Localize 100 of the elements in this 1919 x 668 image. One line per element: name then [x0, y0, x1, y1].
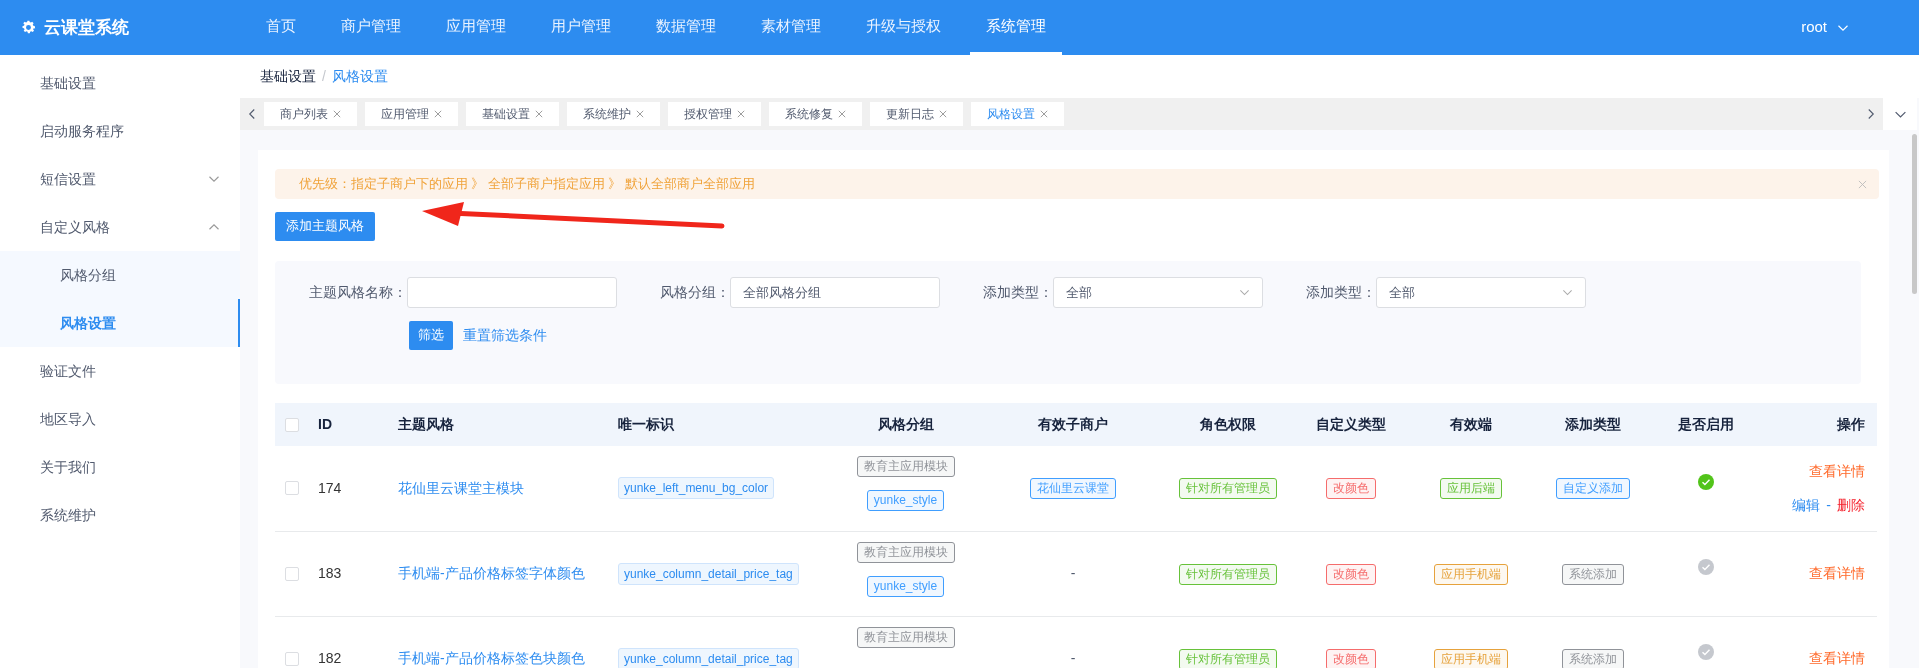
breadcrumb-item[interactable]: 基础设置 — [260, 66, 316, 87]
gear-icon — [20, 19, 37, 36]
view-details-link[interactable]: 查看详情 — [1809, 563, 1865, 584]
type-tag: 改颜色 — [1325, 648, 1376, 668]
role-tag: 针对所有管理员 — [1179, 648, 1277, 668]
add-theme-button[interactable]: 添加主题风格 — [275, 212, 375, 241]
nav-tab[interactable]: 应用管理 — [430, 0, 522, 55]
add-type-tag: 系统添加 — [1562, 648, 1624, 668]
separator-text: - — [1826, 495, 1831, 515]
theme-name-link[interactable]: 手机端-产品价格标签字体颜色 — [398, 565, 585, 581]
sidebar-item[interactable]: 系统维护 — [0, 491, 240, 539]
sidebar-item[interactable]: 启动服务程序 — [0, 107, 240, 155]
user-menu[interactable]: root — [1801, 16, 1849, 39]
filter-select[interactable]: 全部 — [1376, 277, 1586, 308]
sidebar-item[interactable]: 验证文件 — [0, 347, 240, 395]
platform-tag: 应用手机端 — [1433, 648, 1508, 668]
close-icon — [1040, 110, 1048, 118]
group-tag: 教育主应用模块 — [856, 541, 955, 563]
edit-link[interactable]: 编辑 — [1792, 494, 1821, 516]
nav-tab[interactable]: 商户管理 — [325, 0, 417, 55]
column-header: 风格分组 — [877, 416, 934, 432]
close-icon — [838, 110, 846, 118]
group-tag: yunke_style — [866, 490, 945, 511]
sidebar-item[interactable]: 自定义风格 — [0, 203, 240, 251]
column-header: 是否启用 — [1677, 416, 1734, 432]
close-icon — [636, 110, 644, 118]
group-tag: 教育主应用模块 — [856, 626, 955, 648]
filter-label: 添加类型： — [982, 283, 1053, 302]
close-icon — [434, 110, 442, 118]
filter-input[interactable] — [407, 277, 617, 308]
nav-tab[interactable]: 用户管理 — [535, 0, 627, 55]
view-details-link[interactable]: 查看详情 — [1809, 648, 1865, 668]
delete-link[interactable]: 删除 — [1837, 494, 1865, 516]
key-tag: yunke_column_detail_price_tag — [618, 647, 799, 668]
column-header: 角色权限 — [1200, 416, 1256, 432]
checkbox[interactable] — [285, 651, 299, 666]
group-tag: 教育主应用模块 — [856, 456, 955, 477]
nav-tab[interactable]: 升级与授权 — [850, 0, 957, 55]
theme-name-link[interactable]: 手机端-产品价格标签色块颜色 — [398, 650, 585, 666]
sidebar-item[interactable]: 关于我们 — [0, 443, 240, 491]
table-cell: - — [1070, 565, 1076, 581]
scrollbar[interactable] — [1912, 134, 1917, 294]
tab-menu-button[interactable] — [1883, 98, 1917, 130]
column-header: 有效子商户 — [1038, 416, 1108, 432]
close-icon — [737, 110, 745, 118]
filter-label: 主题风格名称： — [308, 283, 407, 302]
page-tab[interactable]: 系统修复 — [769, 102, 862, 126]
platform-tag: 应用手机端 — [1433, 563, 1508, 585]
page-tab[interactable]: 风格设置 — [971, 102, 1064, 126]
sidebar-item[interactable]: 短信设置 — [0, 155, 240, 203]
checkbox[interactable] — [285, 417, 299, 432]
table-cell: 174 — [318, 479, 342, 496]
page-tab[interactable]: 更新日志 — [870, 102, 963, 126]
add-type-tag: 自定义添加 — [1556, 478, 1630, 500]
column-header: ID — [318, 416, 332, 432]
page-tab[interactable]: 商户列表 — [264, 102, 357, 126]
filter-input[interactable]: 全部风格分组 — [730, 277, 940, 308]
page-tab[interactable]: 系统维护 — [567, 102, 660, 126]
filter-button[interactable]: 筛选 — [409, 321, 453, 350]
chevron-down-icon — [1239, 287, 1250, 298]
nav-tab[interactable]: 数据管理 — [640, 0, 732, 55]
reset-filters-link[interactable]: 重置筛选条件 — [463, 325, 547, 346]
sidebar-item[interactable]: 地区导入 — [0, 395, 240, 443]
table-cell: - — [1070, 650, 1076, 666]
column-header: 操作 — [1837, 416, 1865, 432]
breadcrumb-separator: / — [322, 67, 326, 86]
chevron-down-icon — [1562, 287, 1573, 298]
table-cell: 182 — [318, 650, 342, 666]
view-details-link[interactable]: 查看详情 — [1809, 460, 1865, 482]
nav-tab[interactable]: 素材管理 — [745, 0, 837, 55]
column-header: 自定义类型 — [1315, 416, 1386, 432]
role-tag: 针对所有管理员 — [1179, 478, 1277, 500]
breadcrumb-item: 风格设置 — [331, 67, 388, 86]
checkbox[interactable] — [285, 481, 299, 496]
filter-label: 风格分组： — [659, 283, 730, 302]
theme-name-link[interactable]: 花仙里云课堂主模块 — [398, 479, 524, 496]
key-tag: yunke_left_menu_bg_color — [618, 477, 775, 500]
page-tab[interactable]: 授权管理 — [668, 102, 761, 126]
sidebar-item[interactable]: 基础设置 — [0, 59, 240, 107]
filter-select[interactable]: 全部 — [1053, 277, 1263, 308]
group-tag: yunke_style — [866, 575, 945, 597]
role-tag: 针对所有管理员 — [1179, 563, 1277, 585]
table-cell: 183 — [318, 565, 342, 581]
key-tag: yunke_column_detail_price_tag — [618, 562, 799, 585]
page-tab[interactable]: 应用管理 — [365, 102, 458, 126]
filter-label: 添加类型： — [1305, 283, 1376, 302]
alert-text: 优先级：指定子商户下的应用 》 全部子商户指定应用 》 默认全部商户全部应用 — [299, 175, 755, 193]
app-title: 云课堂系统 — [44, 16, 129, 39]
close-icon — [939, 110, 947, 118]
sidebar-subitem[interactable]: 风格设置 — [0, 299, 240, 347]
sidebar-subitem[interactable]: 风格分组 — [0, 251, 240, 299]
page-tab[interactable]: 基础设置 — [466, 102, 559, 126]
close-icon — [333, 110, 341, 118]
column-header: 唯一标识 — [618, 416, 674, 432]
close-icon[interactable] — [1858, 179, 1867, 189]
column-header: 添加类型 — [1565, 416, 1621, 432]
merchant-tag: 花仙里云课堂 — [1030, 478, 1116, 500]
nav-tab[interactable]: 首页 — [250, 0, 312, 55]
checkbox[interactable] — [285, 566, 299, 581]
platform-tag: 应用后端 — [1439, 478, 1502, 500]
